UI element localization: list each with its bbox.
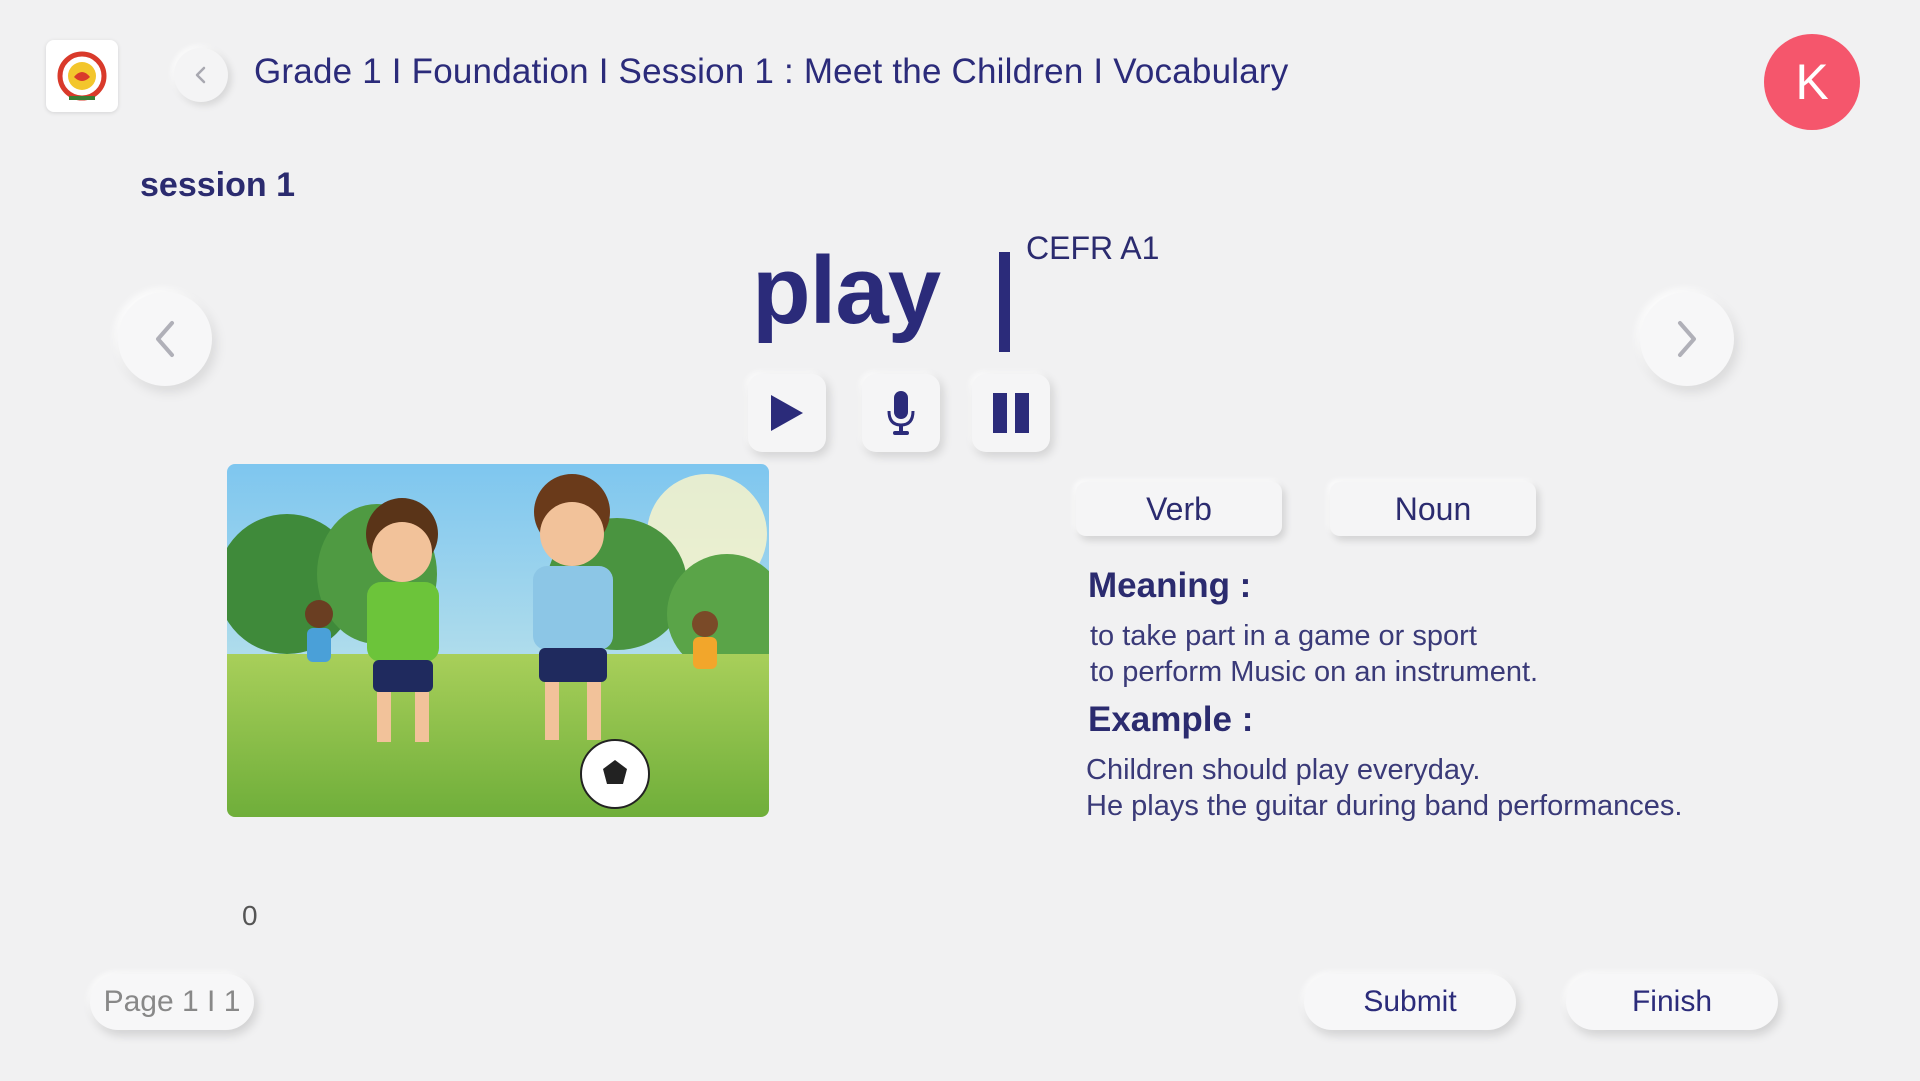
chevron-right-icon (1678, 321, 1696, 357)
chevron-left-icon (195, 66, 206, 84)
record-button[interactable] (862, 374, 940, 452)
user-avatar[interactable]: K (1764, 34, 1860, 130)
breadcrumb: Grade 1 I Foundation I Session 1 : Meet … (254, 52, 1289, 91)
part-of-speech-noun[interactable]: Noun (1330, 482, 1536, 536)
word-divider (999, 252, 1010, 352)
progress-counter: 0 (242, 900, 258, 931)
example-heading: Example : (1088, 700, 1254, 739)
meaning-line: to take part in a game or sport (1090, 620, 1477, 652)
microphone-icon (887, 391, 915, 435)
back-button[interactable] (174, 48, 228, 102)
meaning-heading: Meaning : (1088, 566, 1252, 605)
meaning-line: to perform Music on an instrument. (1090, 656, 1539, 688)
example-line: Children should play everyday. (1086, 754, 1481, 786)
pause-audio-button[interactable] (972, 374, 1050, 452)
play-audio-button[interactable] (748, 374, 826, 452)
submit-button[interactable]: Submit (1304, 974, 1516, 1030)
session-label: session 1 (140, 166, 295, 204)
part-of-speech-verb[interactable]: Verb (1076, 482, 1282, 536)
vocabulary-word: play (752, 237, 941, 344)
pause-icon (993, 393, 1029, 433)
play-icon (771, 395, 803, 431)
chevron-left-icon (156, 321, 174, 357)
children-playing-football-image (227, 464, 769, 817)
next-word-button[interactable] (1640, 292, 1734, 386)
cefr-level: CEFR A1 (1026, 230, 1160, 266)
page-indicator: Page 1 I 1 (90, 974, 254, 1030)
previous-word-button[interactable] (118, 292, 212, 386)
example-line: He plays the guitar during band performa… (1086, 790, 1683, 822)
app-logo (46, 40, 118, 112)
word-illustration (227, 464, 769, 817)
finish-button[interactable]: Finish (1566, 974, 1778, 1030)
emblem-icon (57, 51, 107, 101)
